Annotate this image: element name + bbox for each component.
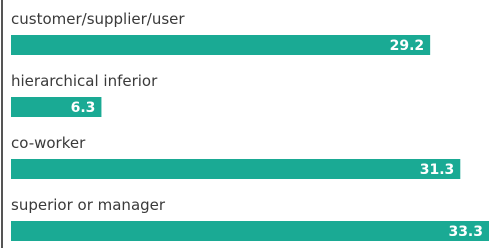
data-label: 6.3 <box>71 100 96 116</box>
chart-svg: customer/supplier/user 29.2 hierarchical i… <box>1 0 489 248</box>
category-label: co-worker <box>11 134 86 152</box>
bar <box>11 159 461 179</box>
category-label: hierarchical inferior <box>11 72 158 90</box>
category-label: superior or manager <box>11 196 166 214</box>
bars-layer: customer/supplier/user 29.2 hierarchical i… <box>11 10 489 241</box>
bar <box>11 221 489 241</box>
horizontal-bar-chart: customer/supplier/user 29.2 hierarchical i… <box>0 0 492 248</box>
data-label: 31.3 <box>420 162 455 178</box>
bar <box>11 35 431 55</box>
category-label: customer/supplier/user <box>11 10 185 28</box>
data-label: 29.2 <box>390 38 425 54</box>
data-label: 33.3 <box>448 224 483 240</box>
